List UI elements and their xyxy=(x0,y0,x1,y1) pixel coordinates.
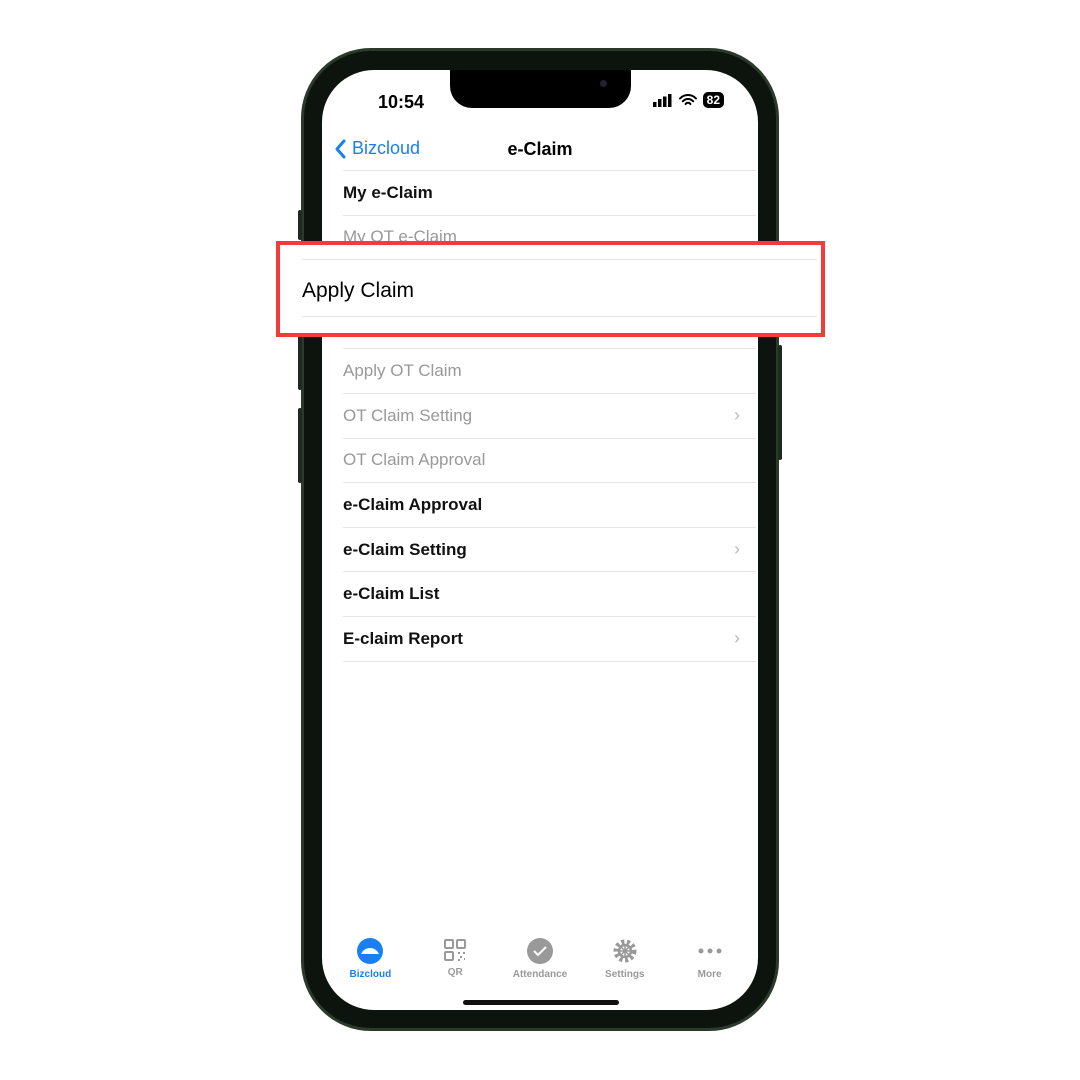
menu-item-label: OT Claim Approval xyxy=(343,450,486,470)
chevron-right-icon: › xyxy=(734,405,740,426)
highlight-callout[interactable]: Apply Claim xyxy=(276,241,825,337)
status-time: 10:54 xyxy=(378,92,425,112)
qr-icon xyxy=(444,939,467,961)
menu-item-label: E-claim Report xyxy=(343,628,463,648)
divider xyxy=(343,660,756,662)
nav-bar: Bizcloud e-Claim xyxy=(322,134,758,170)
menu-item-label: OT Claim Setting xyxy=(343,405,473,425)
tab-label: More xyxy=(697,969,722,980)
chevron-right-icon: › xyxy=(734,628,740,649)
notch xyxy=(450,70,631,108)
cloud-icon xyxy=(357,938,384,964)
menu-item[interactable]: e-Claim Approval xyxy=(343,482,756,527)
tab-label: QR xyxy=(447,967,463,978)
menu-item[interactable]: OT Claim Setting › xyxy=(343,392,756,438)
divider xyxy=(302,316,817,317)
tab-label: Settings xyxy=(605,969,645,980)
menu-item[interactable]: OT Claim Approval xyxy=(343,437,756,483)
tab-bizcloud[interactable]: Bizcloud xyxy=(330,938,410,980)
tab-label: Bizcloud xyxy=(349,969,392,980)
check-circle-icon xyxy=(526,938,553,964)
home-indicator xyxy=(463,1000,619,1005)
menu-item[interactable]: e-Claim Setting › xyxy=(343,526,756,572)
menu-item-label: e-Claim Approval xyxy=(343,494,483,514)
divider xyxy=(302,259,817,260)
menu-item-label: e-Claim Setting xyxy=(343,539,467,559)
screen: 10:54 82 Bizcloud e-Claim My e-Claim My O… xyxy=(322,70,758,1010)
camera-icon xyxy=(600,80,607,87)
tab-attendance[interactable]: Attendance xyxy=(500,938,580,980)
power-button xyxy=(778,345,782,460)
status-icons: 82 xyxy=(652,92,724,108)
highlight-label: Apply Claim xyxy=(302,279,415,302)
battery-icon: 82 xyxy=(702,92,724,108)
mute-switch xyxy=(298,210,302,240)
page-title: e-Claim xyxy=(507,139,573,159)
menu-item-label: My e-Claim xyxy=(343,182,433,202)
volume-down-button xyxy=(298,408,302,483)
menu-item-label: Apply OT Claim xyxy=(343,361,462,381)
tab-qr[interactable]: QR xyxy=(415,938,495,980)
chevron-right-icon: › xyxy=(734,539,740,560)
more-icon xyxy=(698,948,722,954)
signal-icon xyxy=(652,93,672,107)
wifi-icon xyxy=(678,93,697,105)
menu-item[interactable]: Apply OT Claim xyxy=(343,348,756,393)
tab-bar: Bizcloud QR Attendance Settings More xyxy=(322,938,758,980)
tab-label: Attendance xyxy=(512,969,568,980)
tab-more[interactable]: More xyxy=(670,938,750,980)
tab-settings[interactable]: Settings xyxy=(585,938,665,980)
menu-item[interactable]: My e-Claim xyxy=(343,170,756,215)
menu-item-label: e-Claim List xyxy=(343,584,440,604)
menu-item[interactable]: e-Claim List xyxy=(343,571,756,616)
menu-item[interactable]: E-claim Report › xyxy=(343,615,756,661)
gear-icon xyxy=(613,939,637,963)
